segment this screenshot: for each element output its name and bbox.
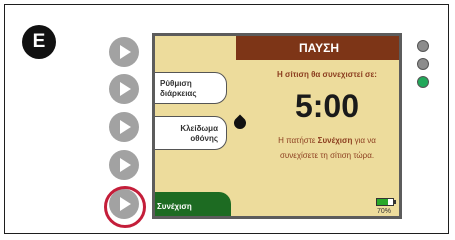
side-button-2[interactable] [109, 74, 139, 104]
side-button-4[interactable] [109, 150, 139, 180]
instruction-line1: Η πατήστε Συνέχιση για να [254, 133, 399, 148]
resume-message: Η σίτιση θα συνεχιστεί σε: [277, 70, 377, 79]
pause-header: ΠΑΥΣΗ [236, 36, 399, 60]
screen-lock-label-line1: Κλείδωμα [180, 124, 218, 133]
play-arrow-icon [120, 82, 131, 96]
play-arrow-icon [120, 45, 131, 59]
set-duration-label-line1: Ρύθμιση [160, 79, 192, 88]
instruction-line2: συνεχίσετε τη σίτιση τώρα. [279, 151, 375, 160]
drop-icon [231, 114, 249, 132]
instruction-bold: Συνέχιση [317, 136, 353, 145]
resume-label: Συνέχιση [157, 201, 192, 211]
resume-key[interactable]: Συνέχιση [155, 192, 231, 216]
status-led-2 [417, 58, 429, 70]
side-button-3[interactable] [109, 112, 139, 142]
status-led-3 [417, 76, 429, 88]
play-arrow-icon [120, 120, 131, 134]
battery-percent: 70% [376, 208, 391, 215]
pump-screen: ΠΑΥΣΗ Ρύθμιση διάρκειας Κλείδωμα οθόνης … [152, 33, 402, 219]
step-letter: E [32, 31, 46, 52]
step-badge: E [22, 25, 56, 59]
header-title: ΠΑΥΣΗ [298, 41, 340, 55]
screen-lock-label-line2: οθόνης [190, 134, 218, 143]
countdown-time: 5:00 [294, 88, 360, 124]
instruction-prefix: Η πατήστε [278, 136, 318, 145]
battery-tip [394, 200, 396, 204]
side-button-1[interactable] [109, 37, 139, 67]
screen-lock-key[interactable]: Κλείδωμα οθόνης [155, 116, 227, 150]
battery-icon [376, 198, 396, 206]
battery-fill [377, 199, 389, 205]
instruction-suffix: για να [352, 136, 376, 145]
set-duration-key[interactable]: Ρύθμιση διάρκειας [155, 72, 227, 104]
highlight-ring [104, 186, 146, 228]
set-duration-label-line2: διάρκειας [160, 89, 197, 98]
status-led-1 [417, 40, 429, 52]
instruction-text: Η πατήστε Συνέχιση για να συνεχίσετε τη … [254, 133, 399, 163]
play-arrow-icon [120, 158, 131, 172]
